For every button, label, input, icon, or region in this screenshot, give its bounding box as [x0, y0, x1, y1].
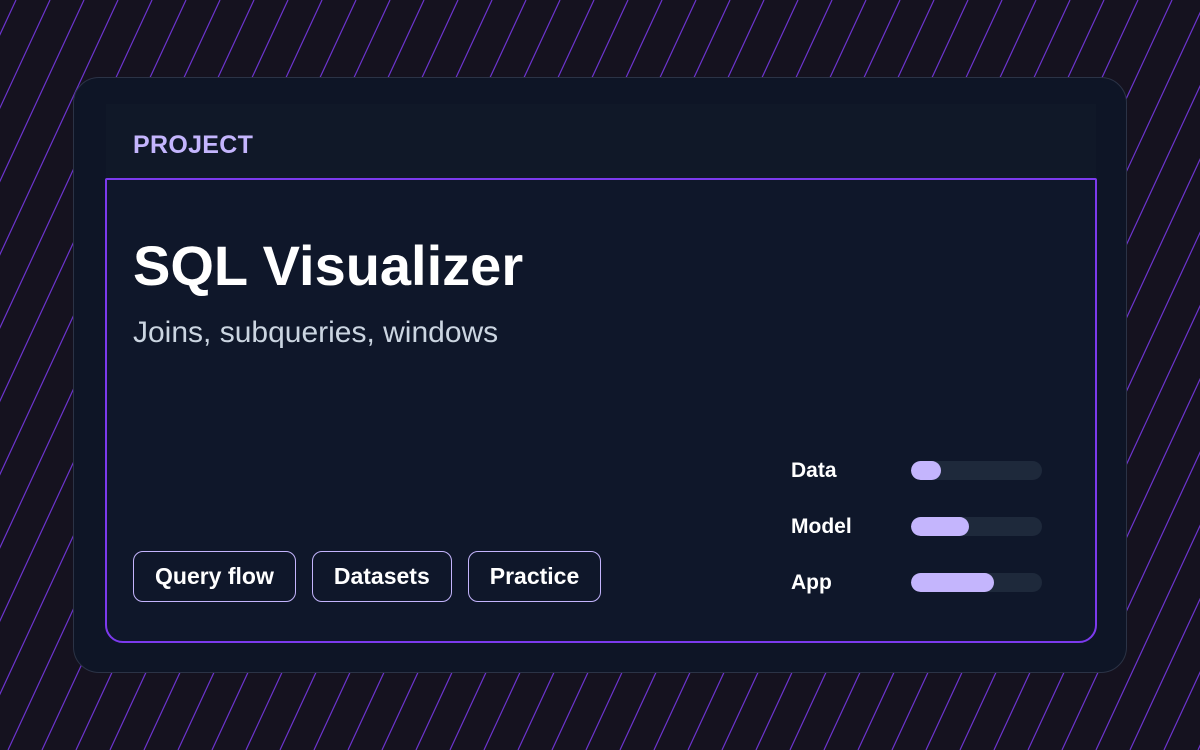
- background-stripe: [0, 0, 17, 36]
- progress-track: [911, 517, 1042, 536]
- tag-practice[interactable]: Practice: [467, 551, 602, 602]
- tag-query-flow[interactable]: Query flow: [133, 551, 296, 602]
- tag-list: Query flow Datasets Practice: [133, 551, 602, 602]
- progress-fill: [911, 517, 969, 536]
- progress-row-data: Data: [791, 456, 1051, 512]
- progress-label: App: [791, 571, 832, 594]
- project-subtitle: Joins, subqueries, windows: [133, 316, 499, 349]
- project-title: SQL Visualizer: [133, 234, 524, 297]
- progress-label: Model: [791, 515, 852, 538]
- progress-track: [911, 461, 1042, 480]
- background-stripe: [0, 0, 51, 110]
- progress-list: Data Model App: [791, 456, 1051, 624]
- progress-fill: [911, 461, 942, 480]
- progress-fill: [911, 573, 994, 592]
- project-card: PROJECT SQL Visualizer Joins, subqueries…: [73, 77, 1127, 673]
- card-header: [106, 104, 1096, 179]
- background-stripe: [1129, 597, 1200, 750]
- project-panel: SQL Visualizer Joins, subqueries, window…: [105, 178, 1097, 643]
- progress-label: Data: [791, 459, 837, 482]
- progress-track: [911, 573, 1042, 592]
- tag-datasets[interactable]: Datasets: [311, 551, 452, 602]
- project-eyebrow: PROJECT: [133, 131, 254, 159]
- progress-row-model: Model: [791, 512, 1051, 568]
- progress-row-app: App: [791, 568, 1051, 624]
